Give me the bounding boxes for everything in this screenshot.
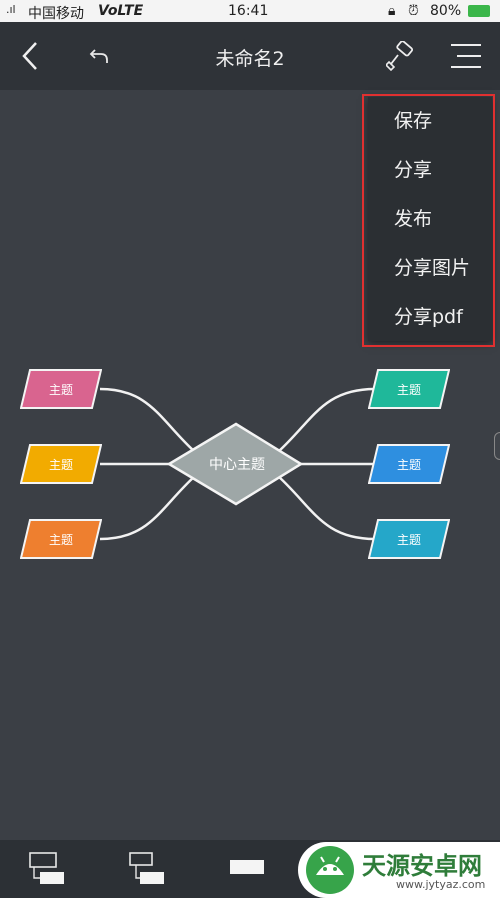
topic-right-1[interactable]: 主题 [368, 369, 450, 409]
topic-label: 主题 [396, 382, 421, 397]
topic-label: 主题 [48, 532, 73, 547]
topic-left-3[interactable]: 主题 [20, 519, 102, 559]
topic-right-2[interactable]: 主题 [368, 444, 450, 484]
topic-left-1[interactable]: 主题 [20, 369, 102, 409]
add-parent-topic-icon [29, 852, 64, 884]
add-parent-topic-button[interactable] [28, 850, 68, 886]
site-watermark: 天源安卓网 www.jytyaz.com [298, 842, 500, 898]
topic-label: 主题 [396, 457, 421, 472]
add-topic-button[interactable] [228, 856, 266, 878]
watermark-url: www.jytyaz.com [396, 878, 486, 891]
topic-label: 主题 [48, 457, 73, 472]
topic-label: 主题 [48, 382, 73, 397]
central-topic-label: 中心主题 [209, 457, 265, 473]
highlight-outline [362, 94, 495, 347]
side-drawer-handle[interactable] [494, 432, 500, 460]
topic-left-2[interactable]: 主题 [20, 444, 102, 484]
watermark-name: 天源安卓网 [362, 852, 482, 880]
android-logo-icon [306, 846, 354, 894]
topic-label: 主题 [396, 532, 421, 547]
add-topic-icon [230, 860, 264, 874]
topic-right-3[interactable]: 主题 [368, 519, 450, 559]
add-subtopic-button[interactable] [128, 850, 168, 886]
central-topic[interactable]: 中心主题 [190, 449, 284, 479]
add-subtopic-icon [129, 852, 164, 884]
